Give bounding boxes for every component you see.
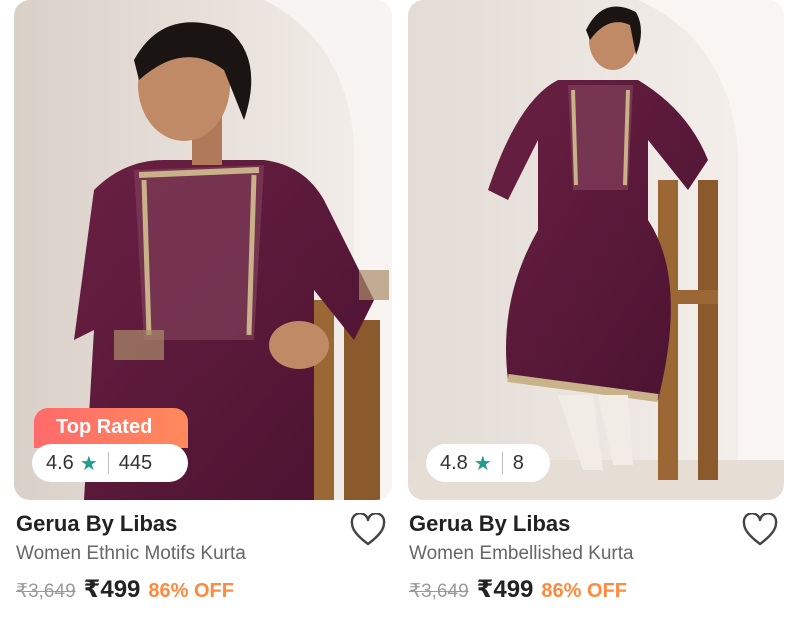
rating-value: 4.6: [46, 451, 74, 474]
rating-count: 8: [512, 451, 524, 474]
price-row: ₹3,649 ₹499 86% OFF: [16, 575, 234, 604]
discount-label: 86% OFF: [148, 580, 234, 602]
rating-pill: 4.6 ★ 445: [32, 444, 188, 482]
rating-divider: [107, 452, 109, 474]
product-card[interactable]: Top Rated 4.6 ★ 445 Gerua By Libas Women…: [0, 0, 392, 629]
heart-outline-icon[interactable]: [742, 512, 778, 547]
discount-label: 86% OFF: [541, 580, 627, 602]
product-grid: Top Rated 4.6 ★ 445 Gerua By Libas Women…: [0, 0, 800, 629]
product-card[interactable]: 4.8 ★ 8 Gerua By Libas Women Embellished…: [400, 0, 792, 629]
rating-divider: [501, 452, 503, 474]
rating-count: 445: [118, 451, 153, 474]
product-description[interactable]: Women Embellished Kurta: [409, 543, 634, 565]
mrp-price: ₹3,649: [16, 581, 76, 602]
heart-outline-icon[interactable]: [350, 512, 386, 547]
rating-pill: 4.8 ★ 8: [426, 444, 550, 482]
star-icon: ★: [79, 452, 98, 475]
rating-value: 4.8: [440, 451, 468, 474]
brand-name[interactable]: Gerua By Libas: [16, 511, 177, 537]
selling-price: ₹499: [476, 576, 534, 603]
product-photo: [408, 0, 784, 500]
selling-price: ₹499: [83, 576, 141, 603]
product-image[interactable]: [408, 0, 784, 500]
brand-name[interactable]: Gerua By Libas: [409, 511, 570, 537]
mrp-price: ₹3,649: [409, 581, 469, 602]
price-row: ₹3,649 ₹499 86% OFF: [409, 575, 627, 604]
top-rated-badge: Top Rated: [34, 408, 188, 448]
star-icon: ★: [473, 452, 492, 475]
product-description[interactable]: Women Ethnic Motifs Kurta: [16, 543, 246, 565]
